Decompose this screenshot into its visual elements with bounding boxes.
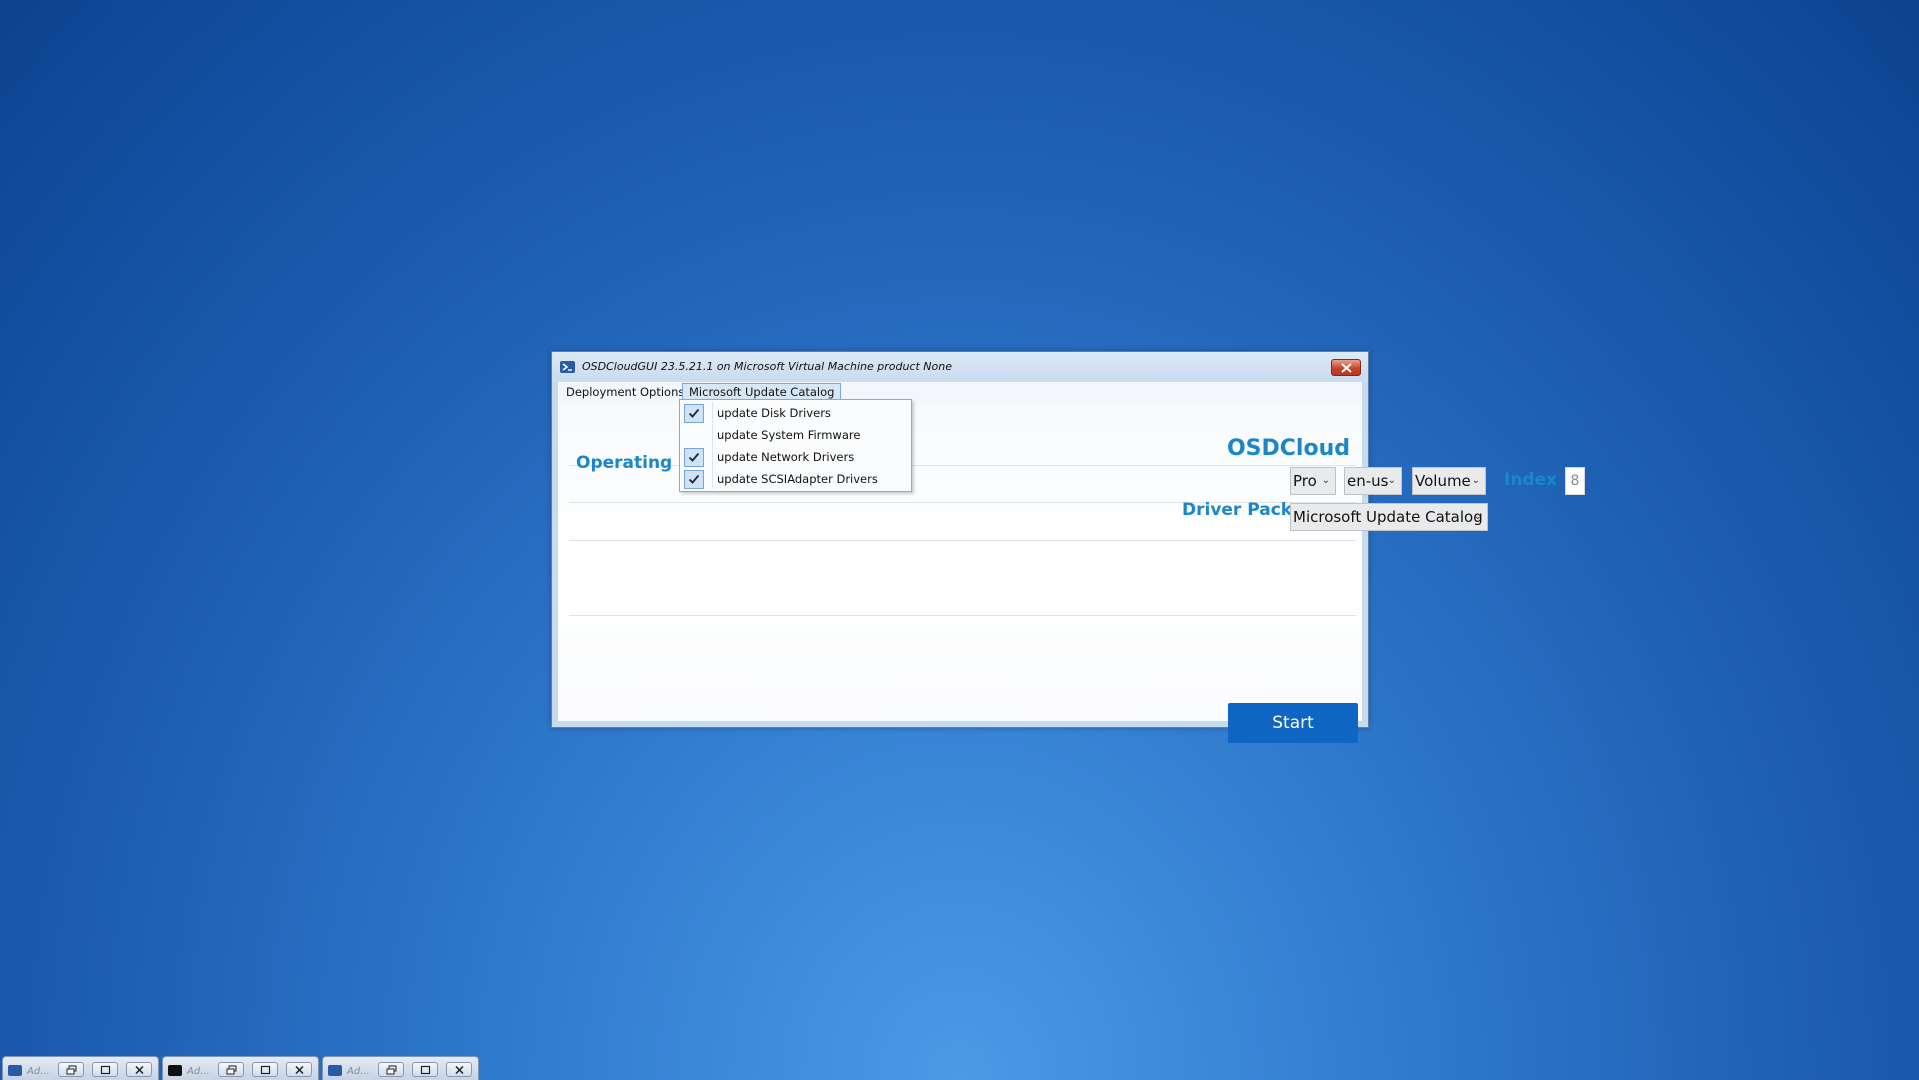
close-icon bbox=[455, 1065, 464, 1075]
minimized-window-title: Ad... bbox=[187, 1066, 210, 1077]
driver-pack-value: Microsoft Update Catalog bbox=[1293, 508, 1483, 526]
driver-pack-dropdown[interactable]: Microsoft Update Catalog ⌄ bbox=[1290, 503, 1488, 531]
window-title: OSDCloudGUI 23.5.21.1 on Microsoft Virtu… bbox=[582, 360, 952, 373]
menu-deployment-options[interactable]: Deployment Options bbox=[560, 383, 690, 401]
maximize-button[interactable] bbox=[252, 1062, 278, 1077]
index-label: Index bbox=[1504, 470, 1558, 490]
activation-dropdown[interactable]: Volume ⌄ bbox=[1412, 467, 1486, 495]
menu-item-update-scsiadapter-drivers[interactable]: update SCSIAdapter Drivers bbox=[680, 468, 911, 490]
osdcloud-window: OSDCloudGUI 23.5.21.1 on Microsoft Virtu… bbox=[551, 351, 1585, 743]
close-icon bbox=[1341, 363, 1352, 373]
edition-dropdown[interactable]: Pro ⌄ bbox=[1290, 467, 1336, 495]
menu-item-label: update Disk Drivers bbox=[717, 406, 831, 420]
menu-item-update-network-drivers[interactable]: update Network Drivers bbox=[680, 446, 911, 468]
divider bbox=[569, 540, 1356, 541]
minimized-window-title: Ad... bbox=[347, 1066, 370, 1077]
powershell-icon bbox=[8, 1065, 22, 1076]
close-icon bbox=[295, 1065, 304, 1075]
restore-button[interactable] bbox=[58, 1062, 84, 1077]
chevron-down-icon: ⌄ bbox=[1471, 475, 1480, 486]
close-icon bbox=[135, 1065, 144, 1075]
microsoft-update-catalog-menu: update Disk Drivers update System Firmwa… bbox=[679, 399, 912, 492]
restore-icon bbox=[226, 1065, 237, 1075]
menu-item-label: update System Firmware bbox=[717, 428, 861, 442]
maximize-button[interactable] bbox=[412, 1062, 438, 1077]
chevron-down-icon: ⌄ bbox=[1473, 511, 1482, 522]
divider bbox=[569, 615, 1356, 616]
minimized-window[interactable]: Ad... bbox=[2, 1056, 159, 1080]
language-dropdown[interactable]: en-us ⌄ bbox=[1344, 467, 1402, 495]
checkmark-icon bbox=[684, 470, 704, 489]
chevron-down-icon: ⌄ bbox=[1321, 475, 1330, 486]
start-button[interactable]: Start bbox=[1228, 703, 1358, 743]
menu-item-update-disk-drivers[interactable]: update Disk Drivers bbox=[680, 402, 911, 424]
maximize-icon bbox=[100, 1065, 111, 1075]
checkmark-icon bbox=[684, 404, 704, 423]
maximize-button[interactable] bbox=[92, 1062, 118, 1077]
menu-item-update-system-firmware[interactable]: update System Firmware bbox=[680, 424, 911, 446]
close-button[interactable] bbox=[1331, 359, 1361, 376]
close-button[interactable] bbox=[126, 1062, 152, 1077]
edition-value: Pro bbox=[1293, 472, 1317, 490]
brand-title: OSDCloud bbox=[1226, 436, 1350, 461]
maximize-icon bbox=[260, 1065, 271, 1075]
driver-pack-label: Driver Pack bbox=[1182, 500, 1293, 520]
close-button[interactable] bbox=[446, 1062, 472, 1077]
chevron-down-icon: ⌄ bbox=[1387, 475, 1396, 486]
title-bar[interactable]: OSDCloudGUI 23.5.21.1 on Microsoft Virtu… bbox=[552, 352, 1368, 382]
activation-value: Volume bbox=[1415, 472, 1471, 490]
close-button[interactable] bbox=[286, 1062, 312, 1077]
powershell-icon bbox=[560, 361, 575, 373]
menu-item-label: update Network Drivers bbox=[717, 450, 855, 464]
minimized-window[interactable]: Ad... bbox=[322, 1056, 479, 1080]
cmd-icon bbox=[168, 1065, 182, 1076]
index-field[interactable]: 8 bbox=[1565, 467, 1585, 495]
language-value: en-us bbox=[1347, 472, 1389, 490]
menu-item-label: update SCSIAdapter Drivers bbox=[717, 472, 878, 486]
minimized-window-title: Ad... bbox=[27, 1066, 50, 1077]
restore-button[interactable] bbox=[378, 1062, 404, 1077]
powershell-icon bbox=[328, 1065, 342, 1076]
restore-icon bbox=[66, 1065, 77, 1075]
maximize-icon bbox=[420, 1065, 431, 1075]
checkmark-icon bbox=[684, 448, 704, 467]
minimized-window[interactable]: Ad... bbox=[162, 1056, 319, 1080]
restore-button[interactable] bbox=[218, 1062, 244, 1077]
restore-icon bbox=[386, 1065, 397, 1075]
